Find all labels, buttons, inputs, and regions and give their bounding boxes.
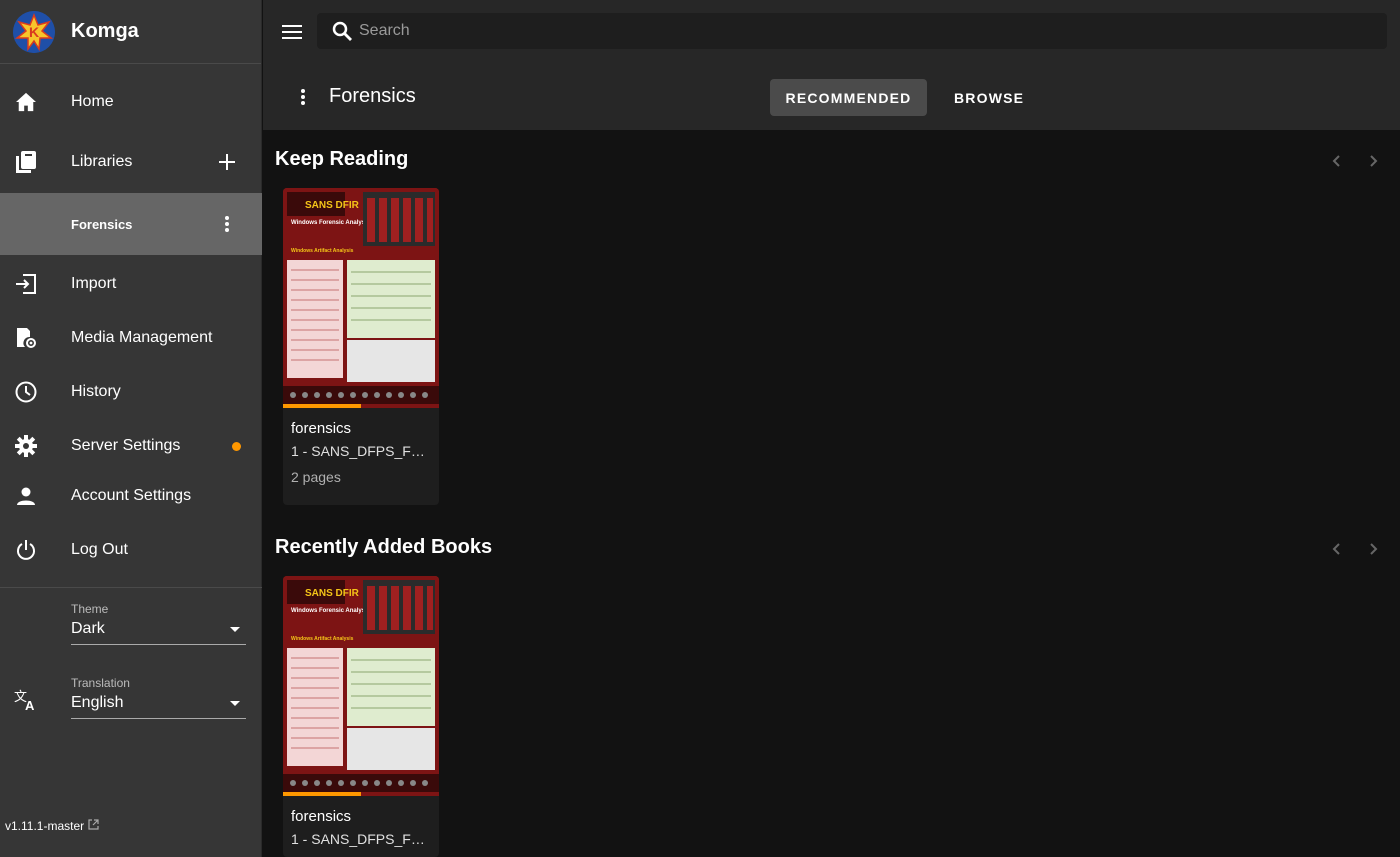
account-icon <box>14 484 38 508</box>
media-management-icon <box>14 326 38 350</box>
tab-browse[interactable]: BROWSE <box>936 79 1042 116</box>
komga-logo: K <box>13 10 55 53</box>
sidebar-item-media-management[interactable]: Media Management <box>0 314 262 362</box>
translation-value[interactable]: English <box>71 694 246 719</box>
theme-caption: Theme <box>71 602 109 616</box>
sidebar-item-label: History <box>71 383 121 400</box>
import-icon <box>14 272 38 296</box>
sidebar-item-label: Account Settings <box>71 487 192 504</box>
sidebar-item-label: Media Management <box>71 329 213 346</box>
gear-icon <box>14 434 38 458</box>
app-bar <box>263 0 1400 64</box>
tab-recommended[interactable]: RECOMMENDED <box>770 79 927 116</box>
sidebar-item-label: Import <box>71 275 117 292</box>
chevron-right-icon[interactable] <box>1364 151 1384 171</box>
history-icon <box>14 380 38 404</box>
app-name: Komga <box>71 20 139 42</box>
book-cover-thumbnail[interactable]: SANS DFIR Windows Forensic Analysis Wind… <box>283 188 439 408</box>
translation-selected-value: English <box>71 694 124 711</box>
svg-text:A: A <box>25 698 35 711</box>
navigation-drawer: K Komga Home Libraries Forensics Import <box>0 0 262 857</box>
theme-select[interactable]: Theme Dark <box>71 602 246 645</box>
sidebar-item-libraries[interactable]: Libraries <box>0 138 262 186</box>
svg-text:K: K <box>29 24 39 40</box>
book-cover-thumbnail[interactable]: SANS DFIR Windows Forensic Analysis Wind… <box>283 576 439 796</box>
chevron-down-icon <box>230 627 240 632</box>
home-icon <box>14 90 38 114</box>
chevron-right-icon[interactable] <box>1364 539 1384 559</box>
page-title: Forensics <box>329 85 416 107</box>
svg-text:Windows Forensic Analysis: Windows Forensic Analysis <box>291 608 371 614</box>
book-card[interactable]: SANS DFIR Windows Forensic Analysis Wind… <box>283 188 439 505</box>
moon-icon <box>14 613 38 637</box>
book-page-count: 2 pages <box>291 469 341 485</box>
brand[interactable]: K Komga <box>0 0 261 64</box>
svg-text:Windows Artifact Analysis: Windows Artifact Analysis <box>291 636 354 642</box>
svg-text:Windows Forensic Analysis: Windows Forensic Analysis <box>291 220 371 226</box>
book-title: 1 - SANS_DFPS_FO... <box>291 443 434 459</box>
external-link-icon <box>88 819 99 833</box>
sidebar-item-account-settings[interactable]: Account Settings <box>0 472 262 520</box>
sidebar-item-label: Forensics <box>71 216 133 232</box>
menu-icon[interactable] <box>280 20 304 44</box>
sidebar-item-label: Home <box>71 93 114 110</box>
section-title-recently-added-books: Recently Added Books <box>275 536 493 558</box>
sidebar-item-import[interactable]: Import <box>0 260 262 308</box>
notification-dot <box>232 441 241 451</box>
svg-text:Windows Artifact Analysis: Windows Artifact Analysis <box>291 248 354 254</box>
sidebar-item-label: Server Settings <box>71 437 181 454</box>
chevron-left-icon[interactable] <box>1326 539 1346 559</box>
translate-icon: 文A <box>14 688 38 712</box>
theme-value[interactable]: Dark <box>71 620 246 645</box>
sidebar-divider <box>0 587 262 588</box>
library-options-icon[interactable] <box>219 212 235 236</box>
sidebar-item-label: Log Out <box>71 541 128 558</box>
search-input[interactable] <box>359 22 1322 40</box>
sidebar-item-server-settings[interactable]: Server Settings <box>0 422 262 470</box>
translation-caption: Translation <box>71 676 130 690</box>
book-title: 1 - SANS_DFPS_FO... <box>291 831 434 847</box>
section-title-keep-reading: Keep Reading <box>275 148 409 170</box>
book-card[interactable]: SANS DFIR Windows Forensic Analysis Wind… <box>283 576 439 857</box>
version-label: v1.11.1-master <box>5 819 85 833</box>
chevron-left-icon[interactable] <box>1326 151 1346 171</box>
theme-selected-value: Dark <box>71 620 105 637</box>
sidebar-item-log-out[interactable]: Log Out <box>0 526 262 574</box>
svg-text:SANS DFIR: SANS DFIR <box>305 588 360 599</box>
library-toolbar: Forensics RECOMMENDED BROWSE <box>263 64 1400 130</box>
sidebar-item-home[interactable]: Home <box>0 78 262 126</box>
version-link[interactable]: v1.11.1-master <box>5 819 99 833</box>
sidebar-item-label: Libraries <box>71 153 133 170</box>
libraries-icon <box>14 150 38 174</box>
book-series: forensics <box>291 808 352 825</box>
read-progress-bar <box>283 792 361 796</box>
translation-select[interactable]: Translation English <box>71 676 246 719</box>
library-menu-icon[interactable] <box>297 85 309 109</box>
book-series: forensics <box>291 420 352 437</box>
power-icon <box>14 538 38 562</box>
add-library-button[interactable] <box>215 150 239 174</box>
read-progress-bar <box>283 404 361 408</box>
search-box[interactable] <box>317 13 1387 49</box>
chevron-down-icon <box>230 701 240 706</box>
svg-text:SANS DFIR: SANS DFIR <box>305 200 360 211</box>
sidebar-item-forensics[interactable]: Forensics <box>0 193 262 255</box>
sidebar-item-history[interactable]: History <box>0 368 262 416</box>
search-icon <box>331 20 353 42</box>
